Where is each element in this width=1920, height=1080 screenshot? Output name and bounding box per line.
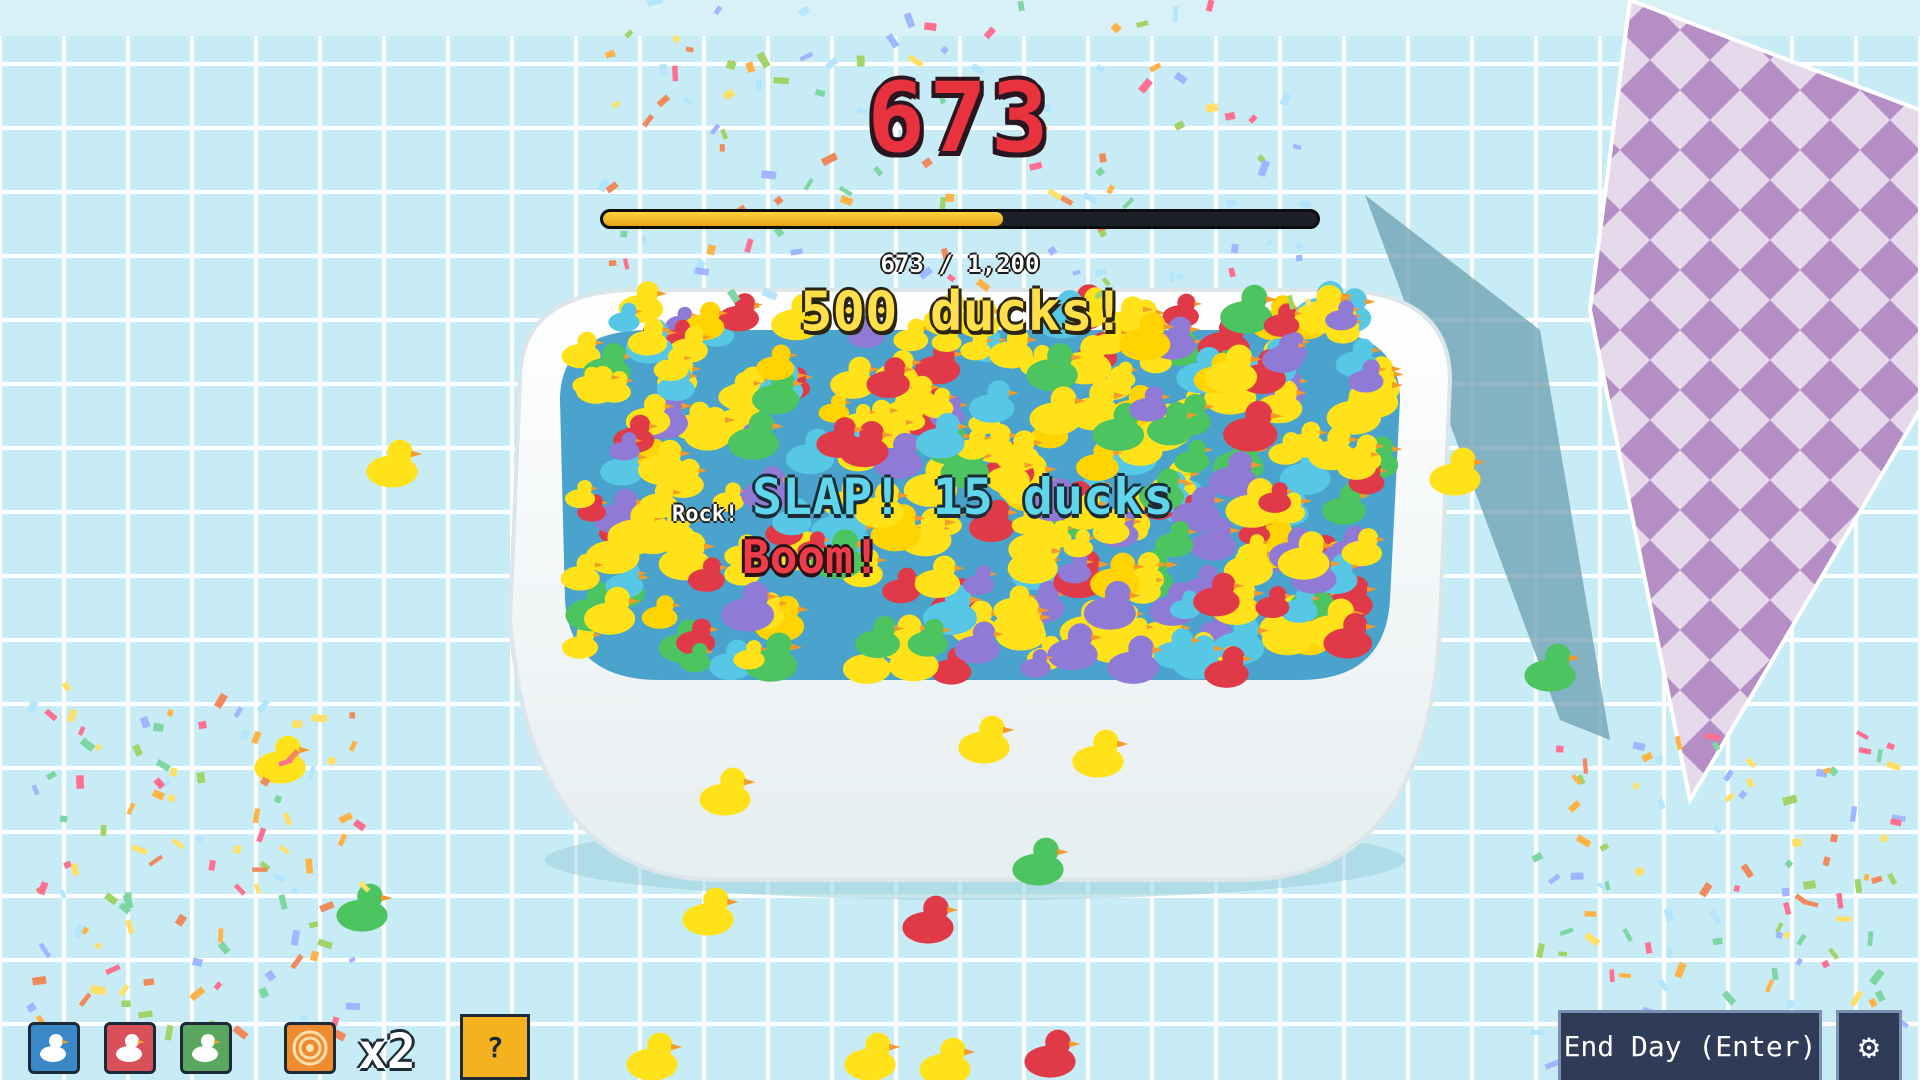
confetti-piece xyxy=(152,722,164,732)
confetti-piece xyxy=(1781,887,1790,897)
confetti-piece xyxy=(1172,6,1179,22)
progress-fill xyxy=(603,212,1004,226)
confetti-piece xyxy=(217,928,224,943)
gear-icon: ⚙ xyxy=(1858,1026,1880,1067)
score-counter: 673 xyxy=(867,62,1053,174)
boom-message: Boom! xyxy=(742,530,881,584)
confetti-piece xyxy=(1555,745,1564,753)
confetti-piece xyxy=(232,844,242,854)
confetti-piece xyxy=(198,720,207,730)
confetti-piece xyxy=(1791,838,1802,848)
confetti-piece xyxy=(143,978,155,986)
confetti-piece xyxy=(1558,951,1568,957)
confetti-piece xyxy=(1836,916,1852,922)
multiplier-label: x2 xyxy=(358,1024,416,1080)
confetti-piece xyxy=(305,858,314,874)
confetti-piece xyxy=(252,867,268,872)
progress-bar xyxy=(600,209,1320,229)
settings-button[interactable]: ⚙ xyxy=(1836,1010,1902,1080)
confetti-piece xyxy=(923,22,937,31)
confetti-piece xyxy=(1529,1029,1546,1036)
confetti-piece xyxy=(59,815,68,823)
confetti-piece xyxy=(100,824,107,837)
confetti-piece xyxy=(1785,999,1795,1010)
inventory-slot-green-duck[interactable] xyxy=(180,1022,232,1074)
inventory-slot-red-duck[interactable] xyxy=(104,1022,156,1074)
confetti-piece xyxy=(169,767,178,777)
inventory-slot-target[interactable] xyxy=(284,1022,336,1074)
confetti-piece xyxy=(75,775,85,789)
white-duck-icon xyxy=(40,1034,69,1062)
inventory-slot-white-duck[interactable] xyxy=(28,1022,80,1074)
rock-message: Rock! xyxy=(672,502,739,527)
mystery-item-slot[interactable]: ? xyxy=(460,1014,530,1080)
confetti-piece xyxy=(1584,910,1597,917)
confetti-piece xyxy=(1655,756,1663,764)
confetti-piece xyxy=(1667,945,1672,958)
red-duck-icon xyxy=(116,1034,145,1062)
progress-text: 673 / 1,200 xyxy=(880,250,1040,278)
green-duck-icon xyxy=(192,1034,221,1062)
milestone-message: 500 ducks! xyxy=(800,280,1126,343)
confetti-piece xyxy=(1570,872,1584,880)
confetti-piece xyxy=(345,1002,361,1010)
end-day-button[interactable]: End Day (Enter) xyxy=(1558,1010,1822,1080)
confetti-piece xyxy=(620,230,628,238)
confetti-piece xyxy=(945,193,955,202)
slap-message: SLAP! 15 ducks xyxy=(752,468,1174,526)
confetti-piece xyxy=(1609,969,1615,983)
confetti-piece xyxy=(349,712,356,719)
target-icon xyxy=(292,1030,328,1066)
confetti-piece xyxy=(121,1000,131,1007)
confetti-piece xyxy=(310,714,328,723)
confetti-piece xyxy=(196,771,206,784)
